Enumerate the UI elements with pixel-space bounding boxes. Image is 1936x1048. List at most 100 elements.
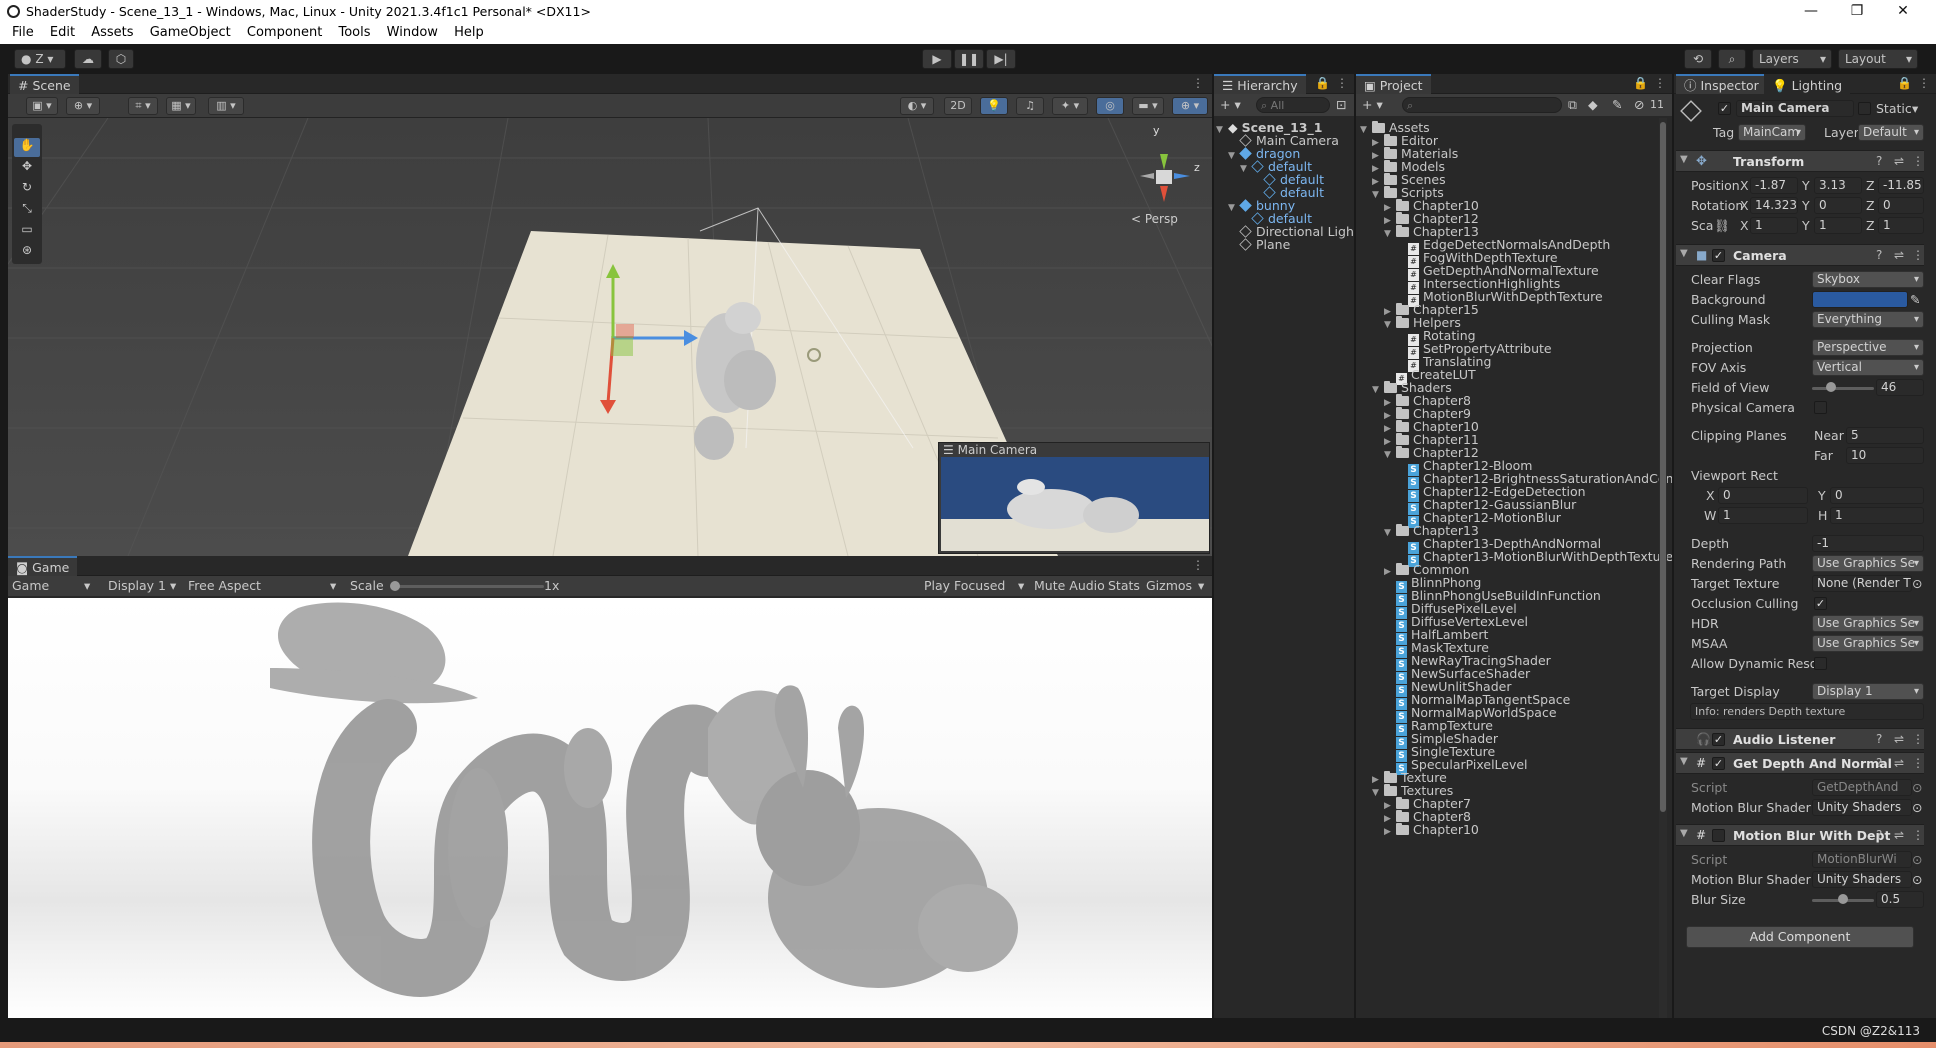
display-dropdown[interactable]: Display 1 [108,578,166,594]
inspector-menu-icon[interactable]: ⋮ [1918,76,1930,90]
project-search-input[interactable]: ⌕ [1402,97,1562,113]
add-component-button[interactable]: Add Component [1686,926,1914,948]
expanded-arrow-icon[interactable]: ▼ [1384,525,1394,541]
scale-x-field[interactable]: 1 [1750,217,1798,234]
audio-preset-icon[interactable]: ⇌ [1894,732,1904,746]
motion-blur-shader-picker-icon[interactable]: ⊙ [1912,872,1922,888]
increment-snap-icon[interactable]: ▥ ▾ [208,97,244,115]
hidden-objects-icon[interactable]: ◎ [1096,97,1124,115]
camera-header[interactable]: ▼ ■ ✓ Camera ? ⇌ ⋮ [1676,244,1924,266]
expanded-arrow-icon[interactable]: ▼ [1384,447,1394,463]
tab-game[interactable]: ◙ Game [8,556,78,576]
persp-label[interactable]: < Persp [1131,212,1178,226]
expanded-arrow-icon[interactable]: ▼ [1228,148,1238,164]
game-menu-icon[interactable]: ⋮ [1192,558,1204,572]
target-texture-picker-icon[interactable]: ⊙ [1912,576,1922,592]
fov-axis-dropdown[interactable]: Vertical [1812,359,1924,376]
tag-dropdown[interactable]: MainCam [1738,124,1806,141]
scene-menu-icon[interactable]: ⋮ [1192,76,1204,90]
rotation-z-field[interactable]: 0 [1878,197,1924,214]
transform-preset-icon[interactable]: ⇌ [1894,154,1904,168]
expanded-arrow-icon[interactable]: ▼ [1384,226,1394,242]
expanded-arrow-icon[interactable]: ▼ [1240,161,1250,177]
game-view-dropdown[interactable]: Game [12,578,49,594]
maximize-button[interactable]: ❐ [1834,0,1880,24]
motion-blur-menu-icon[interactable]: ⋮ [1912,828,1924,842]
transform-menu-icon[interactable]: ⋮ [1912,154,1924,168]
history-icon[interactable]: ⟲ [1684,49,1712,69]
expanded-arrow-icon[interactable]: ▼ [1360,122,1370,138]
scale-slider-track[interactable] [394,585,544,588]
hierarchy-search-input[interactable]: ⌕ All [1256,97,1330,113]
get-depth-shader-picker-icon[interactable]: ⊙ [1912,800,1922,816]
scale-y-field[interactable]: 1 [1814,217,1862,234]
expanded-arrow-icon[interactable]: ▼ [1228,200,1238,216]
grid-icon[interactable]: ▦ ▾ [166,97,196,115]
menu-help[interactable]: Help [454,24,484,42]
minimize-button[interactable]: — [1788,0,1834,24]
game-viewport[interactable] [8,598,1212,1018]
tab-lighting[interactable]: 💡 Lighting [1764,74,1851,94]
position-y-field[interactable]: 3.13 [1814,177,1862,194]
project-add-button[interactable]: + ▾ [1362,97,1383,113]
stats-button[interactable]: Stats [1108,578,1140,594]
hierarchy-add-button[interactable]: + ▾ [1220,97,1241,113]
expanded-arrow-icon[interactable]: ▼ [1372,187,1382,203]
fov-field[interactable]: 46 [1876,379,1924,396]
scale-slider-knob[interactable] [390,581,400,591]
culling-mask-dropdown[interactable]: Everything [1812,311,1924,328]
hierarchy-item[interactable]: Plane [1228,237,1290,253]
motion-blur-header[interactable]: ▼ # Motion Blur With Dept ? ⇌ ⋮ [1676,824,1924,846]
static-dropdown-icon[interactable]: ▾ [1912,101,1918,117]
expanded-arrow-icon[interactable]: ▼ [1372,785,1382,801]
menu-component[interactable]: Component [247,24,322,42]
audio-listener-header[interactable]: 🎧 ✓ Audio Listener ? ⇌ ⋮ [1676,728,1924,750]
rotation-y-field[interactable]: 0 [1814,197,1862,214]
object-name-field[interactable]: Main Camera [1736,100,1854,117]
expanded-arrow-icon[interactable]: ▼ [1372,382,1382,398]
close-button[interactable]: ✕ [1880,0,1926,24]
get-depth-fold-icon[interactable]: ▼ [1680,756,1688,767]
audio-toggle-icon[interactable]: ♫ [1016,97,1044,115]
motion-blur-checkbox[interactable] [1712,829,1725,842]
pause-button[interactable]: ❚❚ [954,49,984,69]
viewport-y-field[interactable]: 0 [1830,487,1924,504]
active-checkbox[interactable]: ✓ [1718,102,1731,115]
blur-size-slider-knob[interactable] [1838,894,1848,904]
menu-gameobject[interactable]: GameObject [150,24,231,42]
layout-dropdown[interactable]: Layout ▾ [1838,49,1918,69]
inspector-lock-icon[interactable]: 🔒 [1897,76,1912,90]
get-depth-checkbox[interactable]: ✓ [1712,757,1725,770]
near-field[interactable]: 5 [1846,427,1924,444]
audio-listener-checkbox[interactable]: ✓ [1712,733,1725,746]
motion-blur-shader-field[interactable]: Unity Shaders [1812,871,1912,888]
fov-slider-track[interactable] [1812,387,1874,390]
tab-hierarchy[interactable]: ☰ Hierarchy [1214,74,1306,94]
layers-dropdown[interactable]: Layers ▾ [1752,49,1832,69]
fov-slider-knob[interactable] [1825,382,1836,392]
collab-icon[interactable]: ⬡ [108,49,134,69]
mute-audio-button[interactable]: Mute Audio [1034,578,1105,594]
viewport-h-field[interactable]: 1 [1830,507,1924,524]
hand-tool-icon[interactable]: ✋ [14,138,40,157]
motion-blur-fold-icon[interactable]: ▼ [1680,828,1688,839]
scene-viewport[interactable]: y z < Persp ✋ ✥ ↻ ⤡ ▭ ⊛ ☰ Main Camera [8,118,1212,556]
get-depth-help-icon[interactable]: ? [1876,756,1882,770]
layer-dropdown[interactable]: Default [1858,124,1924,141]
hierarchy-lock-icon[interactable]: 🔒 [1315,76,1330,90]
camera-preset-icon[interactable]: ⇌ [1894,248,1904,262]
menu-assets[interactable]: Assets [91,24,133,42]
target-texture-field[interactable]: None (Render T [1812,575,1912,592]
camera-dropdown[interactable]: ▬ ▾ [1132,97,1164,115]
tab-inspector[interactable]: ⓘ Inspector [1676,74,1767,94]
get-depth-shader-field[interactable]: Unity Shaders [1812,799,1912,816]
project-lock-icon[interactable]: 🔒 [1633,76,1648,90]
msaa-dropdown[interactable]: Use Graphics Se [1812,635,1924,652]
step-button[interactable]: ▶| [986,49,1016,69]
shading-dropdown[interactable]: ◐ ▾ [900,97,934,115]
search-by-label-icon[interactable]: ◆ [1588,97,1598,113]
camera-menu-icon[interactable]: ⋮ [1912,248,1924,262]
occlusion-culling-checkbox[interactable]: ✓ [1814,597,1827,610]
viewport-w-field[interactable]: 1 [1718,507,1808,524]
menu-window[interactable]: Window [387,24,438,42]
